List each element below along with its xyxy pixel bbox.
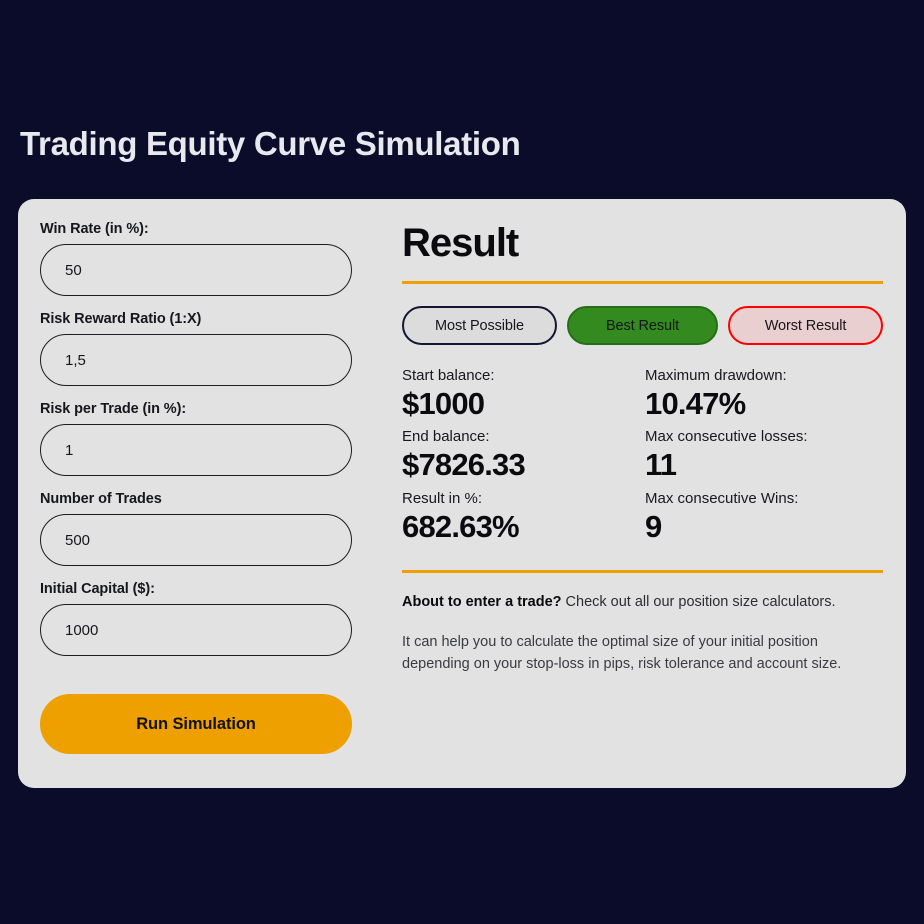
field-label-win-rate: Win Rate (in %): [40,221,149,237]
field-label-number-of-trades: Number of Trades [40,491,162,507]
tab-worst-result[interactable]: Worst Result [728,306,883,345]
initial-capital-input[interactable] [40,604,352,656]
stat-label-result-percent: Result in %: [402,489,483,507]
result-panel: Result Most Possible Best Result Worst R… [398,199,907,788]
risk-per-trade-input[interactable] [40,424,352,476]
field-risk-reward-ratio: Risk Reward Ratio (1:X) [40,311,368,386]
divider-bottom [402,570,883,574]
info-body: It can help you to calculate the optimal… [402,633,842,673]
tab-most-possible[interactable]: Most Possible [402,306,557,345]
stat-label-max-consecutive-losses: Max consecutive losses: [645,428,808,446]
simulator-card: Win Rate (in %): Risk Reward Ratio (1:X)… [18,199,906,788]
stat-value-max-consecutive-wins: 9 [645,508,662,544]
app-root: Trading Equity Curve Simulation Win Rate… [0,0,924,924]
stat-label-maximum-drawdown: Maximum drawdown: [645,367,787,384]
tab-best-result[interactable]: Best Result [567,306,718,345]
field-risk-per-trade: Risk per Trade (in %): [40,401,368,476]
result-tabs: Most Possible Best Result Worst Result [402,306,883,345]
stat-value-start-balance: $1000 [402,385,485,421]
field-initial-capital: Initial Capital ($): [40,581,368,656]
stat-max-consecutive-wins: Max consecutive Wins: 9 [645,491,883,552]
stat-value-end-balance: $7826.33 [402,447,526,483]
field-label-risk-per-trade: Risk per Trade (in %): [40,401,187,417]
stat-label-max-consecutive-wins: Max consecutive Wins: [645,489,799,507]
page-title: Trading Equity Curve Simulation [20,125,521,162]
risk-reward-ratio-input[interactable] [40,334,352,386]
result-stats: Start balance: $1000 Maximum drawdown: 1… [402,368,883,552]
stat-max-consecutive-losses: Max consecutive losses: 11 [645,429,883,490]
divider-top [402,281,883,284]
result-heading: Result [402,221,519,265]
info-lead-bold: About to enter a trade? [402,594,562,611]
simulation-form: Win Rate (in %): Risk Reward Ratio (1:X)… [18,199,398,788]
info-lead-rest: Check out all our position size calculat… [561,594,836,611]
stat-start-balance: Start balance: $1000 [402,368,645,429]
number-of-trades-input[interactable] [40,514,352,566]
stat-end-balance: End balance: $7826.33 [402,429,645,490]
stat-value-max-consecutive-losses: 11 [645,447,677,483]
field-label-risk-reward-ratio: Risk Reward Ratio (1:X) [40,311,202,327]
field-number-of-trades: Number of Trades [40,491,368,566]
stat-label-end-balance: End balance: [402,428,490,446]
stat-value-maximum-drawdown: 10.47% [645,385,746,421]
stat-maximum-drawdown: Maximum drawdown: 10.47% [645,368,883,429]
info-lead: About to enter a trade? Check out all ou… [402,593,883,613]
stat-value-result-percent: 682.63% [402,508,520,544]
run-simulation-button[interactable]: Run Simulation [40,694,352,754]
stat-result-percent: Result in %: 682.63% [402,491,645,552]
field-win-rate: Win Rate (in %): [40,221,368,296]
field-label-initial-capital: Initial Capital ($): [40,581,155,597]
stat-label-start-balance: Start balance: [402,367,495,384]
win-rate-input[interactable] [40,244,352,296]
